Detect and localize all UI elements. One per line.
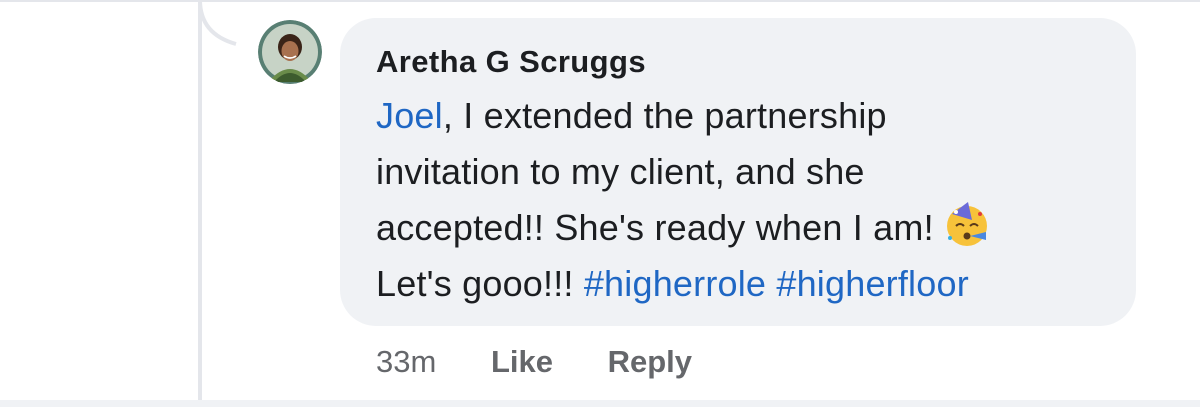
avatar[interactable] — [258, 20, 322, 84]
comment-actions: 33m Like Reply — [376, 340, 738, 384]
profile-photo-icon — [258, 20, 322, 84]
reply-thread-connector — [198, 0, 237, 46]
comment-text-line: Let's gooo!!! #higherrole #higherfloor — [376, 256, 1136, 312]
like-button[interactable]: Like — [491, 340, 553, 384]
comment-timestamp[interactable]: 33m — [376, 340, 436, 384]
comment-text-line: accepted!! She's ready when I am! — [376, 200, 1136, 256]
hashtag-link[interactable]: #higherrole — [584, 263, 766, 304]
mention-link[interactable]: Joel — [376, 95, 443, 136]
comment-text-segment: , I extended the partnership — [442, 95, 887, 136]
reply-thread-line — [198, 0, 202, 400]
comment-bubble: Aretha G Scruggs Joel, I extended the pa… — [340, 18, 1136, 326]
top-divider — [0, 0, 1200, 2]
comment-text-line: Joel, I extended the partnership — [376, 88, 1136, 144]
hashtag-link[interactable]: #higherfloor — [776, 263, 969, 304]
comment-text-segment: Let's gooo!!! — [376, 263, 574, 304]
comment-text: Joel, I extended the partnership invitat… — [376, 88, 1136, 312]
comment-text-segment: accepted!! She's ready when I am! — [376, 207, 934, 248]
partying-face-icon — [946, 202, 987, 246]
comment-text-line: invitation to my client, and she — [376, 151, 865, 192]
bottom-divider — [0, 400, 1200, 407]
reply-button[interactable]: Reply — [608, 340, 692, 384]
comment-author-name[interactable]: Aretha G Scruggs — [376, 42, 1136, 82]
